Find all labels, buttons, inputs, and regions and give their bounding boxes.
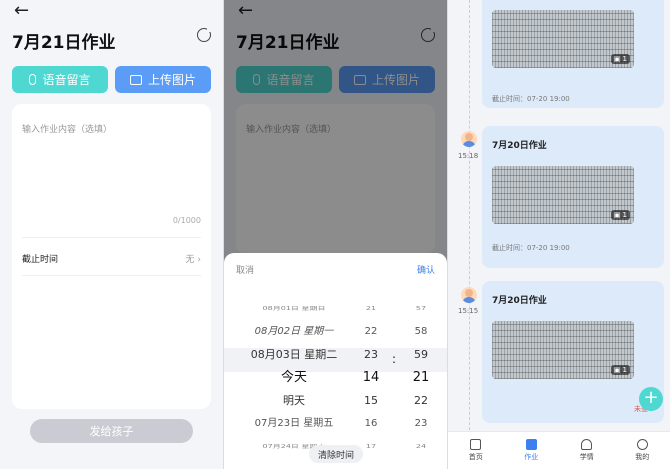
picker-option-selected[interactable]: 今天 — [281, 366, 307, 389]
picker-option[interactable]: 24 — [416, 440, 426, 454]
homework-image[interactable]: ▣ 1 — [492, 166, 634, 224]
homework-image[interactable]: ▣ 1 — [492, 321, 634, 379]
picker-option[interactable]: 23 — [364, 343, 378, 366]
picker-option[interactable]: 17 — [366, 440, 376, 454]
picker-option[interactable]: 23 — [415, 412, 428, 435]
upload-photo-button[interactable]: 上传图片 — [115, 66, 211, 93]
homework-form-screen: ← 7月21日作业 语音留言 上传图片 输入作业内容（选填） 0/1000 截止… — [0, 0, 223, 469]
picker-option[interactable]: 明天 — [283, 389, 305, 412]
edit-date-icon[interactable] — [197, 26, 213, 42]
send-to-child-button[interactable]: 发给孩子 — [30, 419, 193, 443]
image-count-badge: ▣ 1 — [610, 54, 630, 64]
minute-wheel[interactable]: 57 58 59 21 22 23 24 — [402, 297, 440, 458]
content-input[interactable]: 输入作业内容（选填） — [22, 122, 112, 135]
picker-option[interactable]: 21 — [366, 302, 376, 316]
picker-option[interactable]: 16 — [365, 412, 378, 435]
time-separator: : — [392, 352, 397, 366]
post-deadline: 截止时间：07-20 19:00 — [492, 244, 570, 252]
picker-option[interactable]: 15 — [364, 389, 378, 412]
image-count-badge: ▣ 1 — [610, 210, 630, 220]
divider — [22, 237, 201, 238]
deadline-picker-screen: ← 7月21日作业 语音留言 上传图片 输入作业内容（选填） 取消 确认 08月… — [224, 0, 447, 469]
image-count-badge: ▣ 1 — [610, 365, 630, 375]
picker-option-selected[interactable]: 21 — [413, 366, 430, 389]
add-homework-button[interactable]: + — [639, 387, 663, 411]
upload-photo-label: 上传图片 — [147, 73, 196, 87]
picker-option[interactable]: 57 — [416, 302, 426, 316]
post-title: 7月20日作业 — [492, 296, 547, 306]
back-arrow-icon[interactable]: ← — [14, 0, 29, 21]
picker-option-selected[interactable]: 14 — [363, 366, 380, 389]
hour-wheel[interactable]: 21 22 23 14 15 16 17 — [352, 297, 390, 458]
homework-feed-screen: ··· ▣ 1 截止时间：07-20 19:00 15:18 7月20日作业 ▣… — [448, 0, 670, 469]
post-time: 15:18 — [458, 152, 479, 160]
tab-home[interactable]: 首页 — [448, 432, 504, 469]
page-title: 7月21日作业 — [12, 33, 116, 53]
char-counter: 0/1000 — [172, 216, 201, 225]
avatar — [461, 131, 477, 147]
picker-option[interactable]: 08月03日 星期二 — [251, 343, 338, 366]
avatar — [461, 287, 477, 303]
picker-option[interactable]: 59 — [414, 343, 428, 366]
divider — [22, 275, 201, 276]
homework-icon — [525, 439, 537, 450]
picker-option[interactable]: 08月02日 星期一 — [255, 320, 334, 343]
deadline-value[interactable]: 无 › — [186, 252, 201, 265]
picker-option[interactable]: 22 — [365, 320, 378, 343]
profile-icon — [636, 439, 648, 450]
post-time: 15:15 — [458, 307, 479, 315]
tab-learning[interactable]: 学情 — [559, 432, 615, 469]
image-icon — [129, 74, 142, 85]
homework-content-card: 输入作业内容（选填） 0/1000 截止时间 无 › — [12, 104, 211, 409]
timeline-line — [469, 0, 470, 430]
homework-image[interactable]: ▣ 1 — [492, 10, 634, 68]
picker-option[interactable]: 58 — [415, 320, 428, 343]
picker-option[interactable]: 07月23日 星期五 — [255, 412, 334, 435]
deadline-label[interactable]: 截止时间 — [22, 252, 58, 265]
picker-option[interactable]: 22 — [414, 389, 428, 412]
tab-homework[interactable]: 作业 — [504, 432, 560, 469]
cancel-button[interactable]: 取消 — [236, 263, 254, 276]
time-picker-sheet: 取消 确认 08月01日 星期日 08月02日 星期一 08月03日 星期二 今… — [224, 253, 447, 469]
picker-option[interactable]: 08月01日 星期日 — [263, 302, 326, 316]
confirm-button[interactable]: 确认 — [417, 263, 435, 276]
tab-profile[interactable]: 我的 — [615, 432, 670, 469]
homework-post[interactable]: ▣ 1 截止时间：07-20 19:00 — [482, 0, 664, 108]
graduation-cap-icon — [581, 439, 593, 450]
post-title: 7月20日作业 — [492, 141, 547, 151]
voice-message-label: 语音留言 — [42, 73, 91, 87]
post-deadline: 截止时间：07-20 19:00 — [492, 95, 570, 103]
bottom-tab-bar: 首页 作业 学情 我的 — [448, 431, 670, 469]
clear-time-button[interactable]: 清除时间 — [309, 445, 363, 463]
home-icon — [470, 439, 482, 450]
homework-post[interactable]: 7月20日作业 ▣ 1 截止时间：07-20 19:00 — [482, 126, 664, 268]
voice-message-button[interactable]: 语音留言 — [12, 66, 108, 93]
homework-post[interactable]: 7月20日作业 ▣ 1 — [482, 281, 664, 423]
date-wheel[interactable]: 08月01日 星期日 08月02日 星期一 08月03日 星期二 今天 明天 0… — [224, 297, 364, 458]
microphone-icon — [29, 74, 37, 85]
